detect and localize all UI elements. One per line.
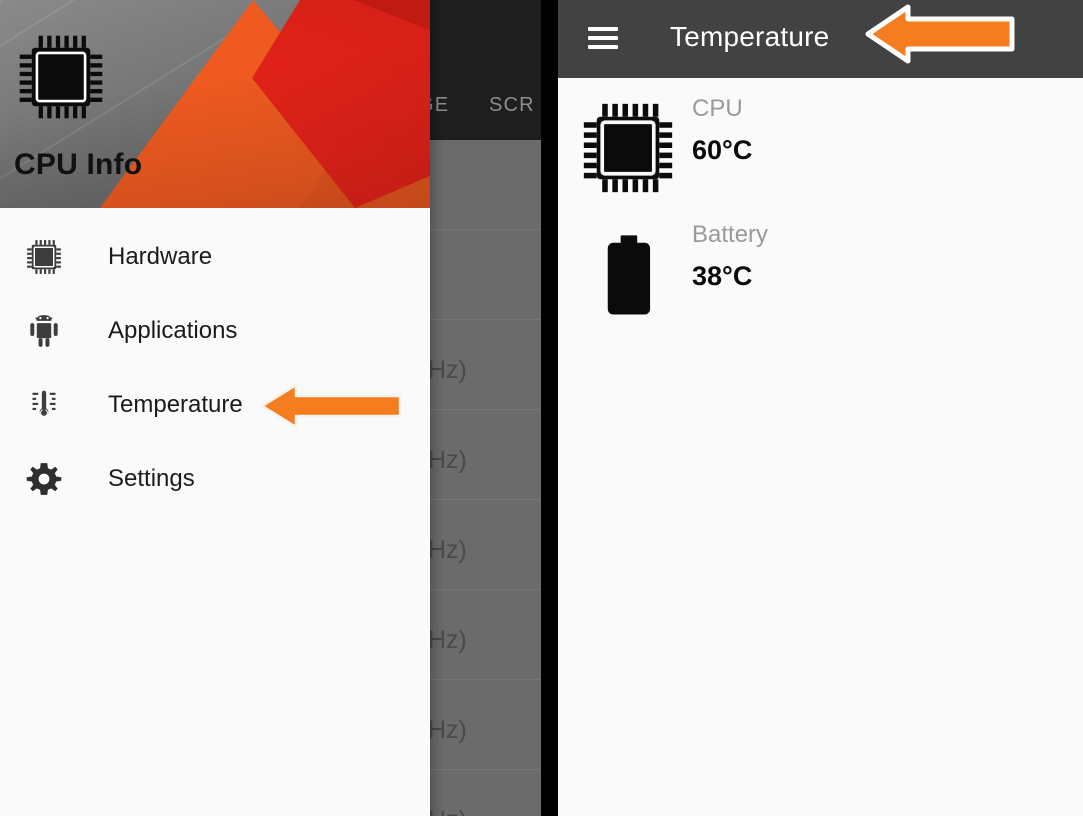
drawer-app-title: CPU Info	[14, 148, 143, 181]
cpu-chip-icon	[24, 237, 64, 277]
sensor-text-block: Battery 38°C	[680, 221, 769, 292]
sidebar-item-label: Temperature	[108, 391, 243, 418]
background-tab-screen[interactable]: SCR	[489, 94, 535, 117]
app-toolbar: Temperature	[558, 0, 1083, 78]
hamburger-bar	[588, 27, 618, 31]
thermometer-icon	[24, 385, 64, 425]
drawer-header: CPU Info	[0, 0, 430, 208]
temperature-list: CPU 60°C Battery 38°C	[558, 95, 1083, 320]
sidebar-item-hardware[interactable]: Hardware	[0, 220, 430, 294]
sidebar-item-label: Settings	[108, 465, 195, 492]
page-title: Temperature	[670, 21, 830, 52]
cpu-chip-icon	[576, 96, 680, 194]
hamburger-menu-icon[interactable]	[588, 27, 618, 49]
sensor-label: CPU	[692, 95, 743, 122]
cpu-chip-icon	[18, 34, 104, 120]
right-phone-screen: Temperature CPU 60°C Battery 38°C	[558, 0, 1083, 816]
sensor-label: Battery	[692, 221, 769, 248]
sidebar-item-applications[interactable]: Applications	[0, 294, 430, 368]
hamburger-bar	[588, 45, 618, 49]
screenshot-root: GE SCR Hz) Hz) Hz) Hz) Hz) Hz)	[0, 0, 1083, 816]
sidebar-item-settings[interactable]: Settings	[0, 442, 430, 516]
annotation-arrow-temperature	[260, 381, 402, 431]
sensor-value: 38°C	[692, 261, 753, 292]
left-phone-screen: GE SCR Hz) Hz) Hz) Hz) Hz) Hz)	[0, 0, 541, 816]
sidebar-item-label: Applications	[108, 317, 238, 344]
hamburger-bar	[588, 36, 618, 40]
android-robot-icon	[24, 311, 64, 351]
sensor-text-block: CPU 60°C	[680, 95, 753, 166]
panel-divider	[541, 0, 558, 816]
battery-icon	[576, 222, 680, 320]
sensor-value: 60°C	[692, 135, 753, 166]
drawer-menu-list: Hardware Applications Temperature Settin…	[0, 208, 430, 516]
sidebar-item-label: Hardware	[108, 243, 213, 270]
gear-icon	[24, 459, 64, 499]
sensor-row-battery[interactable]: Battery 38°C	[558, 221, 1083, 320]
sensor-row-cpu[interactable]: CPU 60°C	[558, 95, 1083, 194]
annotation-arrow-title	[864, 2, 1016, 66]
